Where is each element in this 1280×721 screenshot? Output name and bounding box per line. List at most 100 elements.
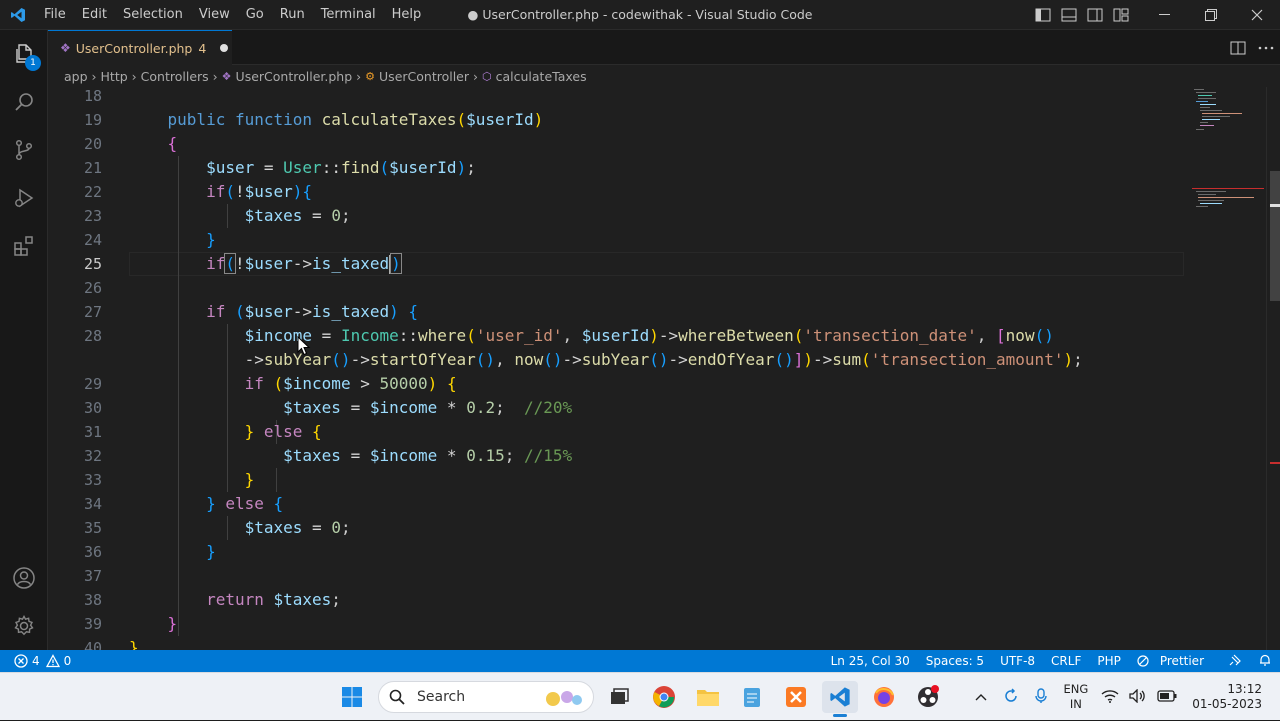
vscode-taskbar-icon[interactable] [822,681,858,717]
menu-terminal[interactable]: Terminal [313,0,384,30]
xampp-icon[interactable] [778,681,814,713]
toggle-secondary-sidebar-icon[interactable] [1082,0,1108,30]
prettier-status[interactable]: Prettier [1129,654,1220,668]
warning-count[interactable]: 0 [64,654,72,668]
code-line: $taxes = 0; [244,206,351,225]
method-symbol-icon: ⬡ [482,69,492,83]
search-highlight-icon [546,691,582,706]
code-comment: //20% [524,398,573,417]
split-editor-icon[interactable] [1224,41,1252,55]
search-icon[interactable] [0,78,48,126]
chrome-icon[interactable] [646,681,682,713]
vscode-logo-icon[interactable] [0,7,36,23]
firefox-icon[interactable] [866,681,902,713]
code-line: if ($user->is_taxed) { [206,302,419,321]
clock[interactable]: 13:12 01-05-2023 [1182,682,1280,712]
line-number: 20 [83,135,102,153]
menu-go[interactable]: Go [238,0,272,30]
breadcrumb-method[interactable]: calculateTaxes [496,69,587,84]
source-control-icon[interactable] [0,126,48,174]
task-view-icon[interactable] [602,681,638,713]
code-comment: //15% [524,446,573,465]
line-number: 24 [83,231,102,249]
volume-icon[interactable] [1124,687,1152,706]
sync-icon[interactable] [995,687,1027,707]
encoding[interactable]: UTF-8 [992,654,1043,668]
activity-bar: 1 [0,30,48,650]
line-number: 31 [83,423,102,441]
code-line-current: if(!$user->is_taxed) [206,253,402,274]
tab-usercontroller[interactable]: ❖ UserController.php 4 [48,30,232,65]
line-number: 33 [83,471,102,489]
breadcrumb-controllers[interactable]: Controllers [141,69,209,84]
line-number: 37 [83,567,102,585]
prettier-label: Prettier [1159,654,1204,668]
restore-icon[interactable] [1188,0,1234,30]
file-explorer-icon[interactable] [690,681,726,713]
feedback-icon[interactable] [1220,653,1250,670]
vertical-scrollbar[interactable] [1266,87,1280,650]
end-of-line[interactable]: CRLF [1043,654,1089,668]
toggle-panel-icon[interactable] [1056,0,1082,30]
prettier-icon [1137,655,1149,667]
language-mode[interactable]: PHP [1089,654,1129,668]
clock-time: 13:12 [1227,682,1262,696]
windows-taskbar: Search ENG IN 13:12 01-05-2023 [0,672,1280,720]
minimap[interactable] [1192,87,1264,650]
notepad-icon[interactable] [734,681,770,713]
menu-selection[interactable]: Selection [115,0,191,30]
region-code: IN [1069,697,1082,711]
language-indicator[interactable]: ENG IN [1055,682,1096,712]
menu-help[interactable]: Help [384,0,430,30]
line-number: 30 [83,399,102,417]
line-number: 34 [83,495,102,513]
code-line: { [167,134,178,153]
code-line: } [167,614,178,633]
explorer-badge: 1 [25,55,41,71]
mouse-pointer-icon [297,336,311,356]
menu-run[interactable]: Run [272,0,313,30]
error-icon[interactable] [14,654,28,668]
obs-icon[interactable] [910,681,946,713]
notifications-bell-icon[interactable] [1250,653,1280,670]
settings-gear-icon[interactable] [0,602,48,650]
close-icon[interactable] [1234,0,1280,30]
accounts-icon[interactable] [0,554,48,602]
chevron-right-icon: › [473,68,479,84]
code-line-wrapped: ->subYear()->startOfYear(), now()->subYe… [244,350,1083,369]
chevron-right-icon: › [356,68,362,84]
warning-icon[interactable] [45,654,60,668]
windows-start-icon[interactable] [334,681,370,713]
wifi-icon[interactable] [1096,689,1124,706]
code-line: } [129,638,139,650]
run-debug-icon[interactable] [0,174,48,222]
extensions-icon[interactable] [0,222,48,270]
cursor-position[interactable]: Ln 25, Col 30 [823,654,918,668]
taskbar-search[interactable]: Search [378,681,594,713]
code-line: } [206,230,216,249]
battery-icon[interactable] [1152,689,1182,705]
indentation[interactable]: Spaces: 5 [918,654,992,668]
microphone-icon[interactable] [1027,687,1055,707]
customize-layout-icon[interactable] [1108,0,1134,30]
breadcrumb-file[interactable]: UserController.php [236,69,353,84]
line-number: 36 [83,543,102,561]
explorer-icon[interactable]: 1 [0,30,48,78]
clock-date: 01-05-2023 [1192,697,1262,711]
menu-edit[interactable]: Edit [74,0,115,30]
scrollbar-thumb[interactable] [1270,171,1280,301]
toggle-primary-sidebar-icon[interactable] [1030,0,1056,30]
menu-file[interactable]: File [36,0,74,30]
error-count[interactable]: 4 [32,654,40,668]
breadcrumb-http[interactable]: Http [101,69,128,84]
unsaved-dot-icon[interactable] [220,44,229,52]
line-number-current: 25 [83,255,102,273]
breadcrumb-class[interactable]: UserController [379,69,469,84]
more-actions-icon[interactable] [1252,46,1280,50]
menu-view[interactable]: View [191,0,238,30]
minimize-icon[interactable] [1142,0,1188,30]
code-editor[interactable]: 18 19 20 21 22 23 24 25 26 27 28 29 30 3… [48,87,1280,650]
breadcrumb-app[interactable]: app [64,69,88,84]
menu-bar: File Edit Selection View Go Run Terminal… [36,0,429,30]
chevron-up-icon[interactable] [967,690,995,704]
